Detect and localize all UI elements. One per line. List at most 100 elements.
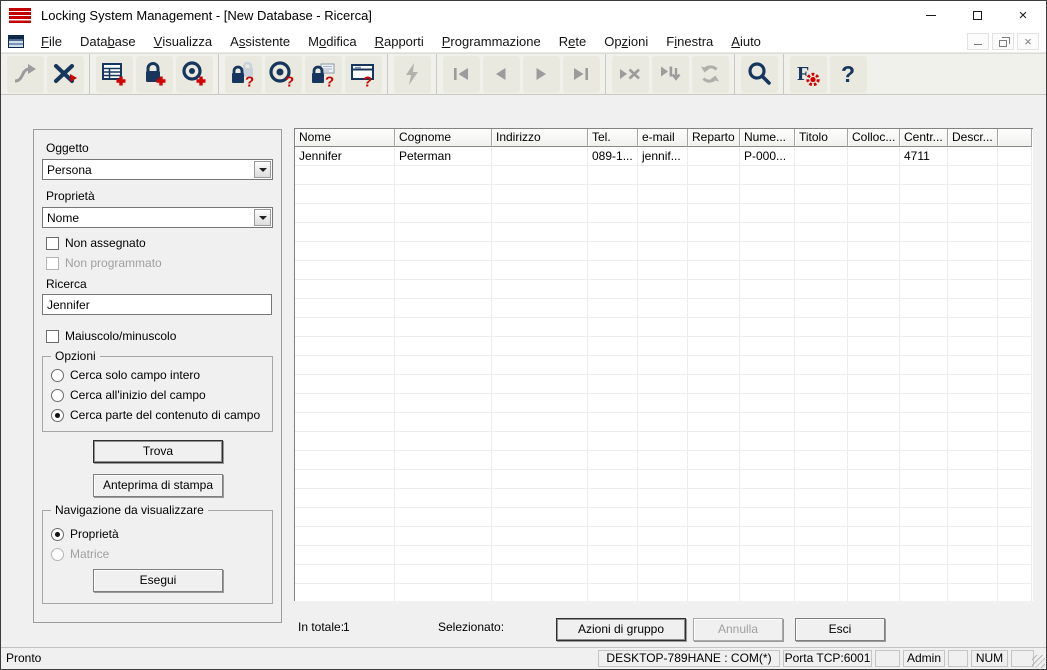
table-cell bbox=[998, 356, 1032, 375]
read-lock-icon: ? bbox=[229, 60, 257, 88]
checkbox-icon bbox=[46, 257, 59, 270]
search-button[interactable] bbox=[741, 56, 778, 93]
table-cell bbox=[588, 527, 638, 546]
table-cell bbox=[998, 584, 1032, 601]
radio-whole-field[interactable]: Cerca solo campo intero bbox=[51, 368, 200, 382]
read-card-lock-button[interactable]: ? bbox=[305, 56, 342, 93]
new-locking-system-button[interactable] bbox=[96, 56, 133, 93]
table-cell bbox=[998, 166, 1032, 185]
print-preview-button[interactable]: Anteprima di stampa bbox=[93, 474, 223, 497]
property-select-dropdown-button[interactable] bbox=[254, 209, 271, 226]
table-cell bbox=[295, 527, 395, 546]
mdi-minimize-button[interactable] bbox=[967, 33, 989, 50]
mdi-close-button[interactable]: × bbox=[1017, 33, 1039, 50]
column-header-Reparto[interactable]: Reparto bbox=[688, 129, 740, 147]
menu-assistente[interactable]: Assistente bbox=[221, 30, 299, 52]
object-select[interactable]: Persona bbox=[42, 159, 273, 180]
property-select[interactable]: Nome bbox=[42, 207, 273, 228]
column-header-e-mail[interactable]: e-mail bbox=[638, 129, 688, 147]
menu-visualizza[interactable]: Visualizza bbox=[145, 30, 222, 52]
table-cell bbox=[295, 223, 395, 242]
column-header-Titolo[interactable]: Titolo bbox=[795, 129, 848, 147]
new-locking-system-icon bbox=[100, 60, 128, 88]
execute-button[interactable]: Esegui bbox=[93, 569, 223, 592]
refresh-button bbox=[692, 56, 729, 93]
table-cell bbox=[295, 375, 395, 394]
menu-opzioni[interactable]: Opzioni bbox=[595, 30, 657, 52]
menu-rete[interactable]: Rete bbox=[550, 30, 595, 52]
menu-modifica[interactable]: Modifica bbox=[299, 30, 365, 52]
previous-record-icon bbox=[487, 60, 515, 88]
help-button[interactable]: ? bbox=[830, 56, 867, 93]
minimize-button[interactable] bbox=[908, 1, 954, 30]
read-lock-button[interactable]: ? bbox=[225, 56, 262, 93]
read-card-button[interactable]: ? bbox=[345, 56, 382, 93]
new-lock-button[interactable] bbox=[136, 56, 173, 93]
first-record-icon bbox=[447, 60, 475, 88]
resize-grip-icon[interactable] bbox=[1032, 655, 1045, 668]
table-cell bbox=[900, 527, 948, 546]
mdi-minimize-icon bbox=[974, 44, 982, 45]
column-header-blank[interactable] bbox=[998, 129, 1032, 147]
table-cell bbox=[998, 508, 1032, 527]
column-header-Indirizzo[interactable]: Indirizzo bbox=[492, 129, 588, 147]
table-cell bbox=[740, 489, 795, 508]
column-header-Cognome[interactable]: Cognome bbox=[395, 129, 492, 147]
table-row[interactable]: JenniferPeterman089-1...jennif...P-000..… bbox=[295, 147, 1033, 166]
column-header-Nume...[interactable]: Nume... bbox=[740, 129, 795, 147]
table-cell bbox=[688, 299, 740, 318]
table-cell bbox=[848, 527, 900, 546]
new-transponder-button[interactable] bbox=[176, 56, 213, 93]
table-cell bbox=[492, 565, 588, 584]
menu-programmazione[interactable]: Programmazione bbox=[433, 30, 550, 52]
search-input[interactable] bbox=[42, 294, 272, 315]
table-cell bbox=[688, 147, 740, 166]
table-cell bbox=[688, 185, 740, 204]
table-cell: Jennifer bbox=[295, 147, 395, 166]
table-cell bbox=[492, 337, 588, 356]
column-header-Tel.[interactable]: Tel. bbox=[588, 129, 638, 147]
table-cell bbox=[998, 565, 1032, 584]
menu-aiuto[interactable]: Aiuto bbox=[722, 30, 770, 52]
maximize-button[interactable] bbox=[954, 1, 1000, 30]
radio-properties[interactable]: Proprietà bbox=[51, 527, 119, 541]
table-cell bbox=[638, 470, 688, 489]
menu-file[interactable]: File bbox=[32, 30, 71, 52]
table-cell bbox=[492, 299, 588, 318]
table-cell bbox=[900, 451, 948, 470]
radio-matrix: Matrice bbox=[51, 547, 109, 561]
table-cell bbox=[395, 242, 492, 261]
table-cell bbox=[638, 413, 688, 432]
table-cell bbox=[848, 356, 900, 375]
exit-button[interactable]: Esci bbox=[795, 618, 885, 641]
menu-database[interactable]: Database bbox=[71, 30, 145, 52]
table-cell bbox=[395, 394, 492, 413]
filter-settings-icon: F bbox=[794, 60, 822, 88]
read-transponder-button[interactable]: ? bbox=[265, 56, 302, 93]
table-cell bbox=[998, 489, 1032, 508]
table-cell bbox=[588, 166, 638, 185]
column-header-Colloc...[interactable]: Colloc... bbox=[848, 129, 900, 147]
table-cell bbox=[998, 318, 1032, 337]
group-actions-button[interactable]: Azioni di gruppo bbox=[556, 618, 686, 641]
table-cell bbox=[795, 508, 848, 527]
menu-rapporti[interactable]: Rapporti bbox=[366, 30, 433, 52]
column-header-Nome[interactable]: Nome bbox=[295, 129, 395, 147]
find-button[interactable]: Trova bbox=[93, 440, 223, 463]
radio-field-start[interactable]: Cerca all'inizio del campo bbox=[51, 388, 206, 402]
object-select-dropdown-button[interactable] bbox=[254, 161, 271, 178]
radio-field-part[interactable]: Cerca parte del contenuto di campo bbox=[51, 408, 260, 422]
mdi-document-icon[interactable] bbox=[8, 35, 24, 48]
table-cell bbox=[492, 508, 588, 527]
case-sensitive-checkbox[interactable]: Maiuscolo/minuscolo bbox=[46, 329, 176, 343]
column-header-Centr...[interactable]: Centr... bbox=[900, 129, 948, 147]
menu-finestra[interactable]: Finestra bbox=[657, 30, 722, 52]
mdi-restore-button[interactable] bbox=[992, 33, 1014, 50]
not-assigned-checkbox[interactable]: Non assegnato bbox=[46, 236, 146, 250]
table-cell bbox=[948, 185, 998, 204]
column-header-Descr...[interactable]: Descr... bbox=[948, 129, 998, 147]
logout-button[interactable] bbox=[47, 56, 84, 93]
toolbar-separator bbox=[89, 54, 90, 94]
close-button[interactable]: × bbox=[1000, 1, 1046, 30]
filter-settings-button[interactable]: F bbox=[790, 56, 827, 93]
